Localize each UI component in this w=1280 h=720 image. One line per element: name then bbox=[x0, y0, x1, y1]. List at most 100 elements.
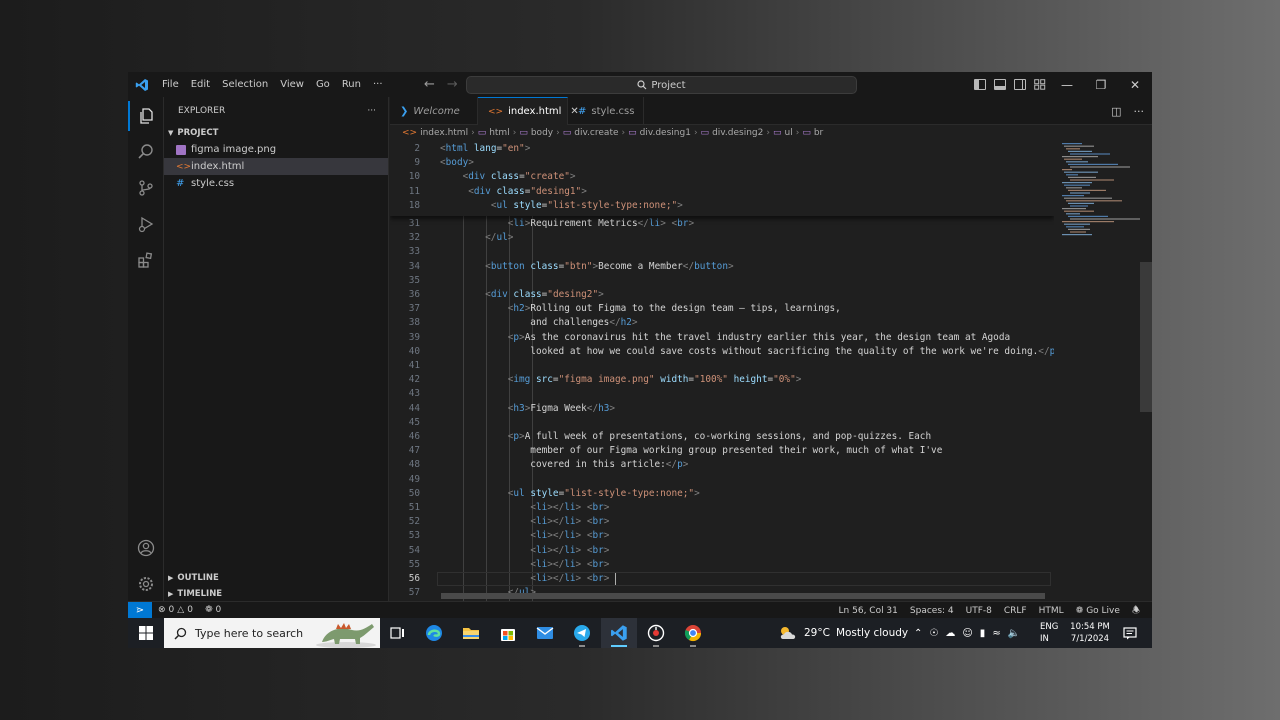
breadcrumb-item[interactable]: ▭ br bbox=[802, 128, 823, 138]
minimize-icon[interactable]: — bbox=[1050, 78, 1084, 92]
more-actions-icon[interactable]: ··· bbox=[1134, 105, 1145, 118]
breadcrumb-item[interactable]: ▭ ul bbox=[773, 128, 793, 138]
menu-selection[interactable]: Selection bbox=[216, 72, 274, 97]
code-line[interactable]: 9 <body> bbox=[390, 156, 1054, 170]
battery-icon[interactable]: ▮ bbox=[980, 628, 986, 639]
code-line[interactable]: 53 <li></li> <br> bbox=[390, 529, 1054, 543]
file-item-style-css[interactable]: # style.css bbox=[164, 175, 388, 192]
breadcrumb-item[interactable]: ▭ div.create bbox=[563, 128, 619, 138]
end-of-line[interactable]: CRLF bbox=[998, 606, 1033, 616]
forward-arrow-icon[interactable]: → bbox=[447, 77, 458, 92]
chrome-browser-icon[interactable] bbox=[675, 618, 711, 648]
minimap[interactable] bbox=[1054, 141, 1140, 601]
back-arrow-icon[interactable]: ← bbox=[424, 77, 435, 92]
cursor-position[interactable]: Ln 56, Col 31 bbox=[833, 606, 904, 616]
volume-icon[interactable]: 🔈 bbox=[1008, 628, 1020, 639]
file-item-index-html[interactable]: <> index.html bbox=[164, 158, 388, 175]
settings-gear-icon[interactable] bbox=[128, 569, 164, 599]
breadcrumb-item[interactable]: ▭ div.desing1 bbox=[628, 128, 691, 138]
code-line[interactable]: 44 <h3>Figma Week</h3> bbox=[390, 402, 1054, 416]
code-line[interactable]: 49 bbox=[390, 473, 1054, 487]
menu-run[interactable]: Run bbox=[336, 72, 367, 97]
input-language-indicator[interactable]: ENG IN bbox=[1040, 621, 1058, 645]
windows-start-icon[interactable] bbox=[128, 618, 164, 648]
menu-view[interactable]: View bbox=[274, 72, 310, 97]
code-line[interactable]: 50 <ul style="list-style-type:none;"> bbox=[390, 487, 1054, 501]
menu-go[interactable]: Go bbox=[310, 72, 336, 97]
edge-browser-icon[interactable] bbox=[416, 618, 452, 648]
chevron-up-icon[interactable]: ⌃ bbox=[914, 628, 922, 639]
menu-file[interactable]: File bbox=[156, 72, 185, 97]
cloud-sync-icon[interactable]: ☁ bbox=[945, 628, 955, 639]
remote-indicator-icon[interactable]: ⋗ bbox=[128, 601, 152, 619]
code-line[interactable]: 32 </ul> bbox=[390, 231, 1054, 245]
command-center-search[interactable]: Project bbox=[466, 76, 857, 94]
code-line[interactable]: 52 <li></li> <br> bbox=[390, 515, 1054, 529]
code-line[interactable]: 55 <li></li> <br> bbox=[390, 558, 1054, 572]
code-line[interactable]: 46 <p>A full week of presentations, co-w… bbox=[390, 430, 1054, 444]
code-line[interactable]: 35 bbox=[390, 274, 1054, 288]
notification-center-icon[interactable] bbox=[1118, 618, 1142, 648]
code-line[interactable]: 11 <div class="desing1"> bbox=[390, 185, 1054, 199]
code-line[interactable]: 51 <li></li> <br> bbox=[390, 501, 1054, 515]
code-line[interactable]: 37 <h2>Rolling out Figma to the design t… bbox=[390, 302, 1054, 316]
wifi-icon[interactable]: ≈ bbox=[992, 628, 1000, 639]
problems-indicator[interactable]: ⊗ 0 △ 0 bbox=[152, 605, 199, 615]
restore-icon[interactable]: ❐ bbox=[1084, 78, 1118, 92]
breadcrumb-item[interactable]: <> index.html bbox=[402, 128, 468, 138]
vscode-taskbar-icon[interactable] bbox=[601, 618, 637, 648]
go-live-button[interactable]: ❁ Go Live bbox=[1070, 606, 1126, 616]
people-icon[interactable]: ☺ bbox=[962, 628, 972, 639]
breadcrumb-item[interactable]: ▭ body bbox=[519, 128, 553, 138]
taskbar-clock[interactable]: 10:54 PM 7/1/2024 bbox=[1068, 621, 1112, 645]
toggle-panel-icon[interactable] bbox=[994, 79, 1006, 90]
code-line[interactable]: 18 <ul style="list-style-type:none;"> bbox=[390, 199, 1054, 213]
telegram-icon[interactable] bbox=[564, 618, 600, 648]
code-line[interactable]: 54 <li></li> <br> bbox=[390, 544, 1054, 558]
search-sidebar-icon[interactable] bbox=[128, 137, 164, 167]
vertical-scrollbar[interactable] bbox=[1140, 262, 1152, 412]
code-line[interactable]: 31 <li>Requirement Metrics</li> <br> bbox=[390, 217, 1054, 231]
ports-indicator[interactable]: ❁ 0 bbox=[199, 605, 227, 615]
horizontal-scrollbar[interactable] bbox=[441, 593, 1045, 599]
code-line[interactable]: 47 member of our Figma working group pre… bbox=[390, 444, 1054, 458]
run-debug-icon[interactable] bbox=[128, 209, 164, 239]
meet-now-icon[interactable]: ☉ bbox=[929, 628, 938, 639]
weather-widget[interactable]: 29°C Mostly cloudy bbox=[778, 618, 908, 648]
screen-recorder-icon[interactable] bbox=[638, 618, 674, 648]
task-view-icon[interactable] bbox=[380, 618, 416, 648]
tab-style-css[interactable]: # style.css bbox=[568, 97, 644, 125]
code-line[interactable]: 33 bbox=[390, 245, 1054, 259]
accounts-icon[interactable] bbox=[128, 533, 164, 563]
file-explorer-icon[interactable] bbox=[453, 618, 489, 648]
tab-index-html[interactable]: <> index.html ✕ bbox=[478, 97, 579, 125]
code-line[interactable]: 34 <button class="btn">Become a Member</… bbox=[390, 260, 1054, 274]
code-line[interactable]: 42 <img src="figma image.png" width="100… bbox=[390, 373, 1054, 387]
timeline-section-header[interactable]: ▶ TIMELINE bbox=[164, 586, 389, 602]
code-line[interactable]: 56 <li></li> <br> bbox=[390, 572, 1054, 586]
file-item-figma-image[interactable]: figma image.png bbox=[164, 141, 388, 158]
code-line[interactable]: 10 <div class="create"> bbox=[390, 170, 1054, 184]
code-line[interactable]: 39 <p>As the coronavirus hit the travel … bbox=[390, 331, 1054, 345]
indentation[interactable]: Spaces: 4 bbox=[904, 606, 960, 616]
code-line[interactable]: 38 and challenges</h2> bbox=[390, 316, 1054, 330]
tab-welcome[interactable]: ❯ Welcome bbox=[390, 97, 478, 125]
project-folder-header[interactable]: ▼ PROJECT bbox=[164, 125, 388, 141]
menu-edit[interactable]: Edit bbox=[185, 72, 216, 97]
code-line[interactable]: 41 bbox=[390, 359, 1054, 373]
source-control-icon[interactable] bbox=[128, 173, 164, 203]
code-line[interactable]: 40 looked at how we could save costs wit… bbox=[390, 345, 1054, 359]
toggle-primary-sidebar-icon[interactable] bbox=[974, 79, 986, 90]
menu-more[interactable]: ··· bbox=[367, 72, 389, 97]
outline-section-header[interactable]: ▶ OUTLINE bbox=[164, 570, 389, 586]
microsoft-store-icon[interactable] bbox=[490, 618, 526, 648]
taskbar-search-box[interactable]: Type here to search bbox=[164, 618, 380, 648]
code-line[interactable]: 36 <div class="desing2"> bbox=[390, 288, 1054, 302]
language-mode[interactable]: HTML bbox=[1033, 606, 1070, 616]
code-line[interactable]: 2 <html lang="en"> bbox=[390, 142, 1054, 156]
code-line[interactable]: 43 bbox=[390, 387, 1054, 401]
code-editor[interactable]: 31 <li>Requirement Metrics</li> <br> 32 <… bbox=[390, 141, 1054, 601]
toggle-secondary-sidebar-icon[interactable] bbox=[1014, 79, 1026, 90]
breadcrumb-item[interactable]: ▭ div.desing2 bbox=[701, 128, 764, 138]
breadcrumb-item[interactable]: ▭ html bbox=[478, 128, 510, 138]
